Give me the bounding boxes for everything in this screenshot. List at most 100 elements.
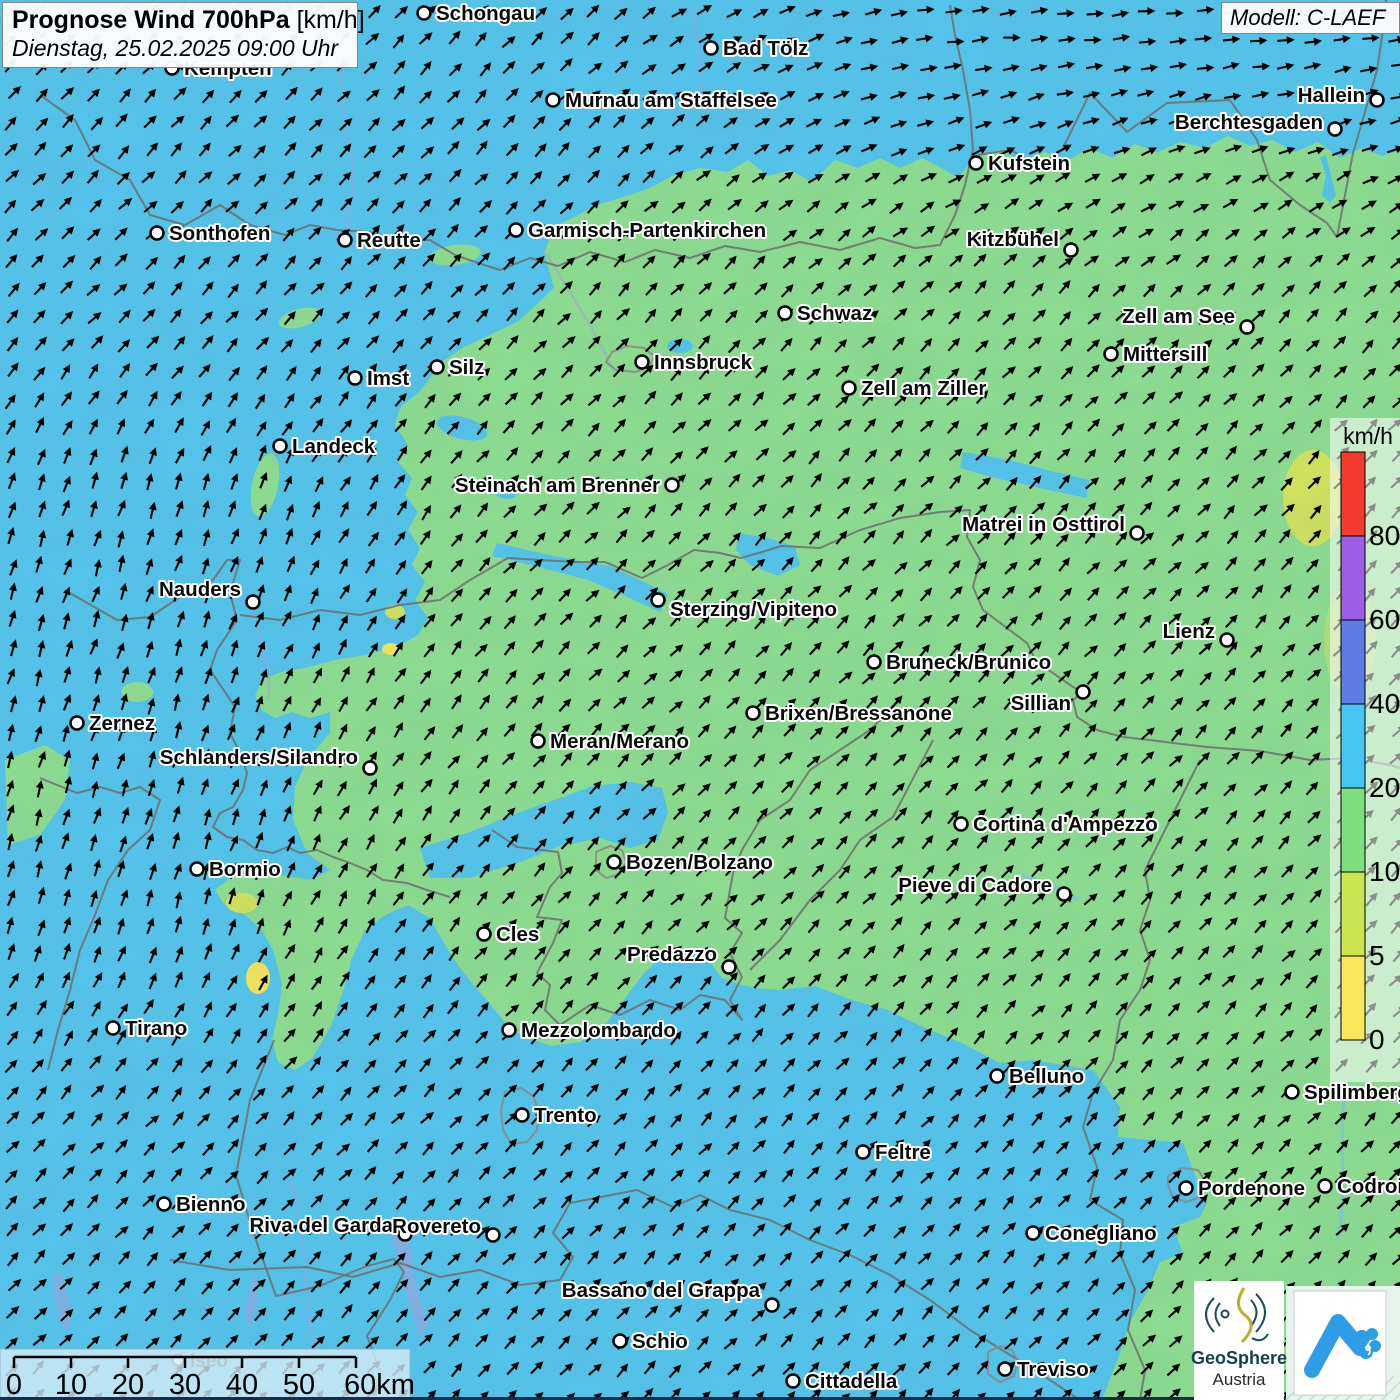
city-label: Zell am Ziller [861,377,986,400]
city-dot [705,42,718,55]
city-marker: Mezzolombardo [503,1019,676,1042]
city-label: Bad Tölz [723,37,808,60]
city-dot [349,372,362,385]
scale-label: 20 [112,1369,144,1400]
city-dot [636,356,649,369]
city-label: Meran/Merano [550,730,689,753]
city-marker: Berchtesgaden [1175,111,1342,136]
city-label: Spilimbergo [1304,1081,1400,1104]
city-label: Treviso [1017,1358,1089,1381]
scale-bar: 0 10 20 30 40 50 60km [0,1349,415,1400]
city-dot [532,735,545,748]
city-dot [478,928,491,941]
city-dot [1105,348,1118,361]
city-dot [779,307,792,320]
city-label: Cles [496,923,539,946]
city-marker: Sonthofen [151,222,271,245]
legend-band [1341,704,1365,788]
city-label: Schlanders/Silandro [160,746,358,769]
city-label: Pieve di Cadore [898,874,1052,897]
city-label: Trento [534,1104,597,1127]
scale-label: 0 [6,1369,22,1400]
legend-tick-label: 40 [1369,688,1400,719]
city-label: Lienz [1163,620,1215,643]
city-dot [1319,1180,1332,1193]
city-dot [723,961,736,974]
geosphere-logo: GeoSphereAustria [1191,1281,1287,1400]
city-label: Pordenone [1198,1177,1305,1200]
scale-label: 10 [55,1369,87,1400]
city-marker: Meran/Merano [532,730,689,753]
city-label: Mezzolombardo [521,1019,676,1042]
city-dot [666,479,679,492]
city-label: Reutte [357,229,421,252]
city-label: Kitzbühel [967,228,1059,251]
city-dot [608,856,621,869]
city-label: Bassano del Grappa [562,1279,761,1302]
city-dot [652,594,665,607]
legend-band [1341,788,1365,872]
city-label: Sillian [1011,692,1071,715]
city-label: Tirano [125,1017,187,1040]
city-dot [510,224,523,237]
city-dot [1131,527,1144,540]
city-label: Mittersill [1123,343,1207,366]
scale-label: 60km [344,1369,415,1400]
city-dot [1027,1227,1040,1240]
city-label: Zernez [89,712,155,735]
city-label: Garmisch-Partenkirchen [528,219,766,242]
city-label: Conegliano [1045,1222,1157,1245]
city-marker: Conegliano [1027,1222,1157,1245]
city-label: Imst [367,367,409,390]
city-dot [1221,634,1234,647]
city-dot [503,1024,516,1037]
title-box: Prognose Wind 700hPa [km/h] Dienstag, 25… [2,2,358,68]
city-marker: Bozen/Bolzano [608,851,773,874]
city-dot [487,1229,500,1242]
city-dot [766,1299,779,1312]
city-marker: Murnau am Staffelsee [547,89,777,112]
city-dot [191,863,204,876]
legend-unit: km/h [1343,423,1393,449]
geosphere-country: Austria [1213,1370,1266,1389]
city-label: Feltre [875,1141,931,1164]
city-dot [418,7,431,20]
city-marker: Zell am Ziller [843,377,987,400]
city-dot [151,227,164,240]
city-dot [107,1022,120,1035]
city-label: Cittadella [805,1370,898,1393]
city-marker: Steinach am Brenner [455,474,679,497]
city-dot [991,1070,1004,1083]
scale-label: 30 [169,1369,201,1400]
city-dot [1180,1182,1193,1195]
city-dot [516,1109,529,1122]
city-label: Matrei in Osttirol [962,513,1125,536]
city-label: Steinach am Brenner [455,474,660,497]
legend: km/h806040201050 [1330,418,1400,1082]
legend-band [1341,872,1365,956]
wind-map-canvas[interactable]: IseoSchongauBad TölzKemptenMurnau am Sta… [0,0,1400,1400]
city-label: Berchtesgaden [1175,111,1323,134]
scale-label: 40 [226,1369,258,1400]
legend-tick-label: 0 [1369,1024,1385,1055]
legend-tick-label: 5 [1369,940,1385,971]
city-label: Belluno [1009,1065,1084,1088]
city-dot [970,157,983,170]
city-label: Schio [632,1330,688,1353]
city-dot [1329,123,1342,136]
weather-app-logo [1294,1291,1386,1395]
legend-tick-label: 10 [1369,856,1400,887]
city-marker: Matrei in Osttirol [962,513,1143,540]
city-marker: Schongau [418,2,536,25]
city-label: Rovereto [392,1215,481,1238]
city-label: Bozen/Bolzano [626,851,773,874]
city-label: Bruneck/Brunico [886,651,1051,674]
scale-label: 50 [283,1369,315,1400]
city-dot [614,1335,627,1348]
city-marker: Pordenone [1180,1177,1306,1200]
legend-tick-label: 20 [1369,772,1400,803]
city-label: Schongau [436,2,535,25]
city-dot [247,596,260,609]
weather-map-app: IseoSchongauBad TölzKemptenMurnau am Sta… [0,0,1400,1400]
city-label: Brixen/Bressanone [765,702,952,725]
